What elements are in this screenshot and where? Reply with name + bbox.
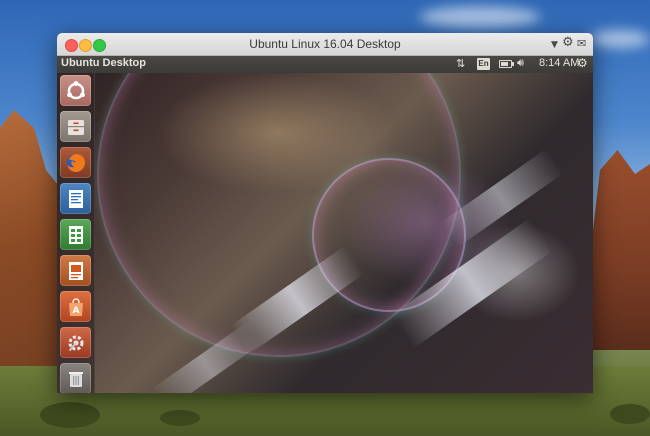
dropdown-triangle-icon[interactable]: ▼ xyxy=(551,38,558,52)
battery-icon[interactable] xyxy=(499,60,514,68)
cloud xyxy=(420,6,540,28)
window-title: Ubuntu Linux 16.04 Desktop xyxy=(249,37,401,51)
launcher-item-dash-home[interactable] xyxy=(60,75,91,106)
launcher-item-writer[interactable] xyxy=(60,183,91,214)
shrub xyxy=(160,410,200,426)
network-arrows-icon[interactable]: ⇅ xyxy=(456,57,465,70)
ubuntu-desktop-wallpaper xyxy=(57,73,593,393)
impress-presentation-icon xyxy=(60,255,91,286)
rock-formation-right xyxy=(586,150,650,350)
window-titlebar[interactable]: Ubuntu Linux 16.04 Desktop ▼ ⚙ ✉ xyxy=(57,33,593,56)
firefox-icon xyxy=(60,147,91,178)
launcher-item-trash[interactable] xyxy=(60,363,91,393)
launcher-item-impress[interactable] xyxy=(60,255,91,286)
trash-icon xyxy=(60,363,91,393)
launcher-item-files[interactable] xyxy=(60,111,91,142)
volume-icon[interactable]: 🔊︎ xyxy=(517,57,524,70)
software-bag-icon: A xyxy=(60,291,91,322)
ubuntu-launcher: A xyxy=(57,73,95,393)
svg-text:A: A xyxy=(72,306,79,316)
panel-title: Ubuntu Desktop xyxy=(61,57,146,69)
ubuntu-top-panel: Ubuntu Desktop ⇅ En 🔊︎ 8:14 AM ⚙ xyxy=(57,56,593,73)
calc-spreadsheet-icon xyxy=(60,219,91,250)
shrub xyxy=(610,404,650,424)
writer-document-icon xyxy=(60,183,91,214)
ubuntu-logo-icon xyxy=(60,75,91,106)
file-cabinet-icon xyxy=(60,111,91,142)
session-gear-icon[interactable]: ⚙ xyxy=(577,56,588,70)
envelope-icon[interactable]: ✉ xyxy=(577,37,586,51)
gear-icon[interactable]: ⚙ xyxy=(562,36,574,50)
vm-window[interactable]: Ubuntu Linux 16.04 Desktop ▼ ⚙ ✉ Ubuntu … xyxy=(57,33,593,393)
launcher-item-settings[interactable] xyxy=(60,327,91,358)
launcher-item-firefox[interactable] xyxy=(60,147,91,178)
cloud xyxy=(590,30,650,48)
launcher-item-software[interactable]: A xyxy=(60,291,91,322)
clock[interactable]: 8:14 AM xyxy=(539,57,579,69)
shrub xyxy=(40,402,100,428)
launcher-item-calc[interactable] xyxy=(60,219,91,250)
keyboard-layout-indicator[interactable]: En xyxy=(477,58,490,70)
settings-tools-icon xyxy=(60,327,91,358)
